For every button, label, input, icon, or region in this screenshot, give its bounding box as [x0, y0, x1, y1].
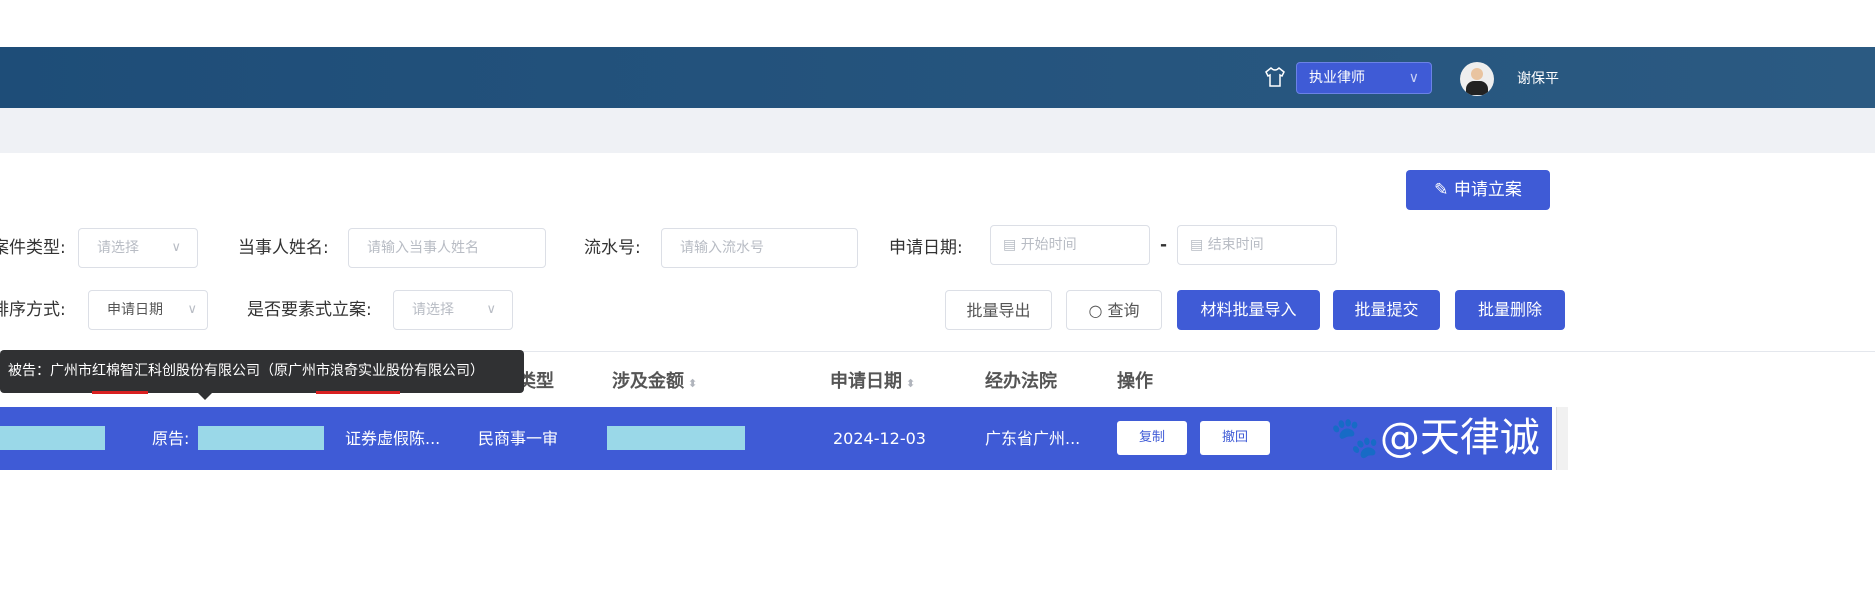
edit-icon: ✎: [1434, 180, 1454, 200]
case-type: 民商事一审: [478, 429, 559, 448]
apply-case-label: 申请立案: [1453, 180, 1522, 200]
search-icon: ○: [1088, 301, 1108, 320]
court: 广东省广州...: [985, 429, 1081, 448]
query-label: 查询: [1107, 301, 1140, 320]
element-filing-label: 是否要素式立案:: [247, 300, 372, 320]
tooltip-text: 科创股份有限公司（原广州: [148, 363, 316, 379]
copy-button[interactable]: 复制: [1117, 421, 1187, 455]
party-name-input[interactable]: 请输入当事人姓名: [348, 228, 546, 268]
user-name[interactable]: 谢保平: [1517, 68, 1559, 88]
defendant-tooltip: 被告：广州市红棉智汇 科创股份有限公司（原广州市浪奇实业股 份有限公司）: [0, 350, 524, 400]
tooltip-highlight-text: 红棉智汇: [92, 363, 148, 379]
skin-shirt-icon[interactable]: [1265, 66, 1285, 93]
tooltip-highlight: 市浪奇实业股: [316, 363, 400, 394]
column-apply-date[interactable]: 申请日期 ⬍: [830, 367, 915, 393]
tooltip-highlight-text: 市浪奇实业股: [316, 363, 400, 379]
query-button[interactable]: ○ 查询: [1066, 290, 1162, 330]
case-type-placeholder: 请选择: [97, 240, 139, 256]
start-date-placeholder: 开始时间: [1020, 237, 1077, 253]
sort-value: 申请日期: [107, 302, 163, 318]
chevron-down-icon: ∨: [1408, 70, 1419, 86]
sort-icon[interactable]: ⬍: [688, 377, 697, 390]
scrollbar[interactable]: [1556, 407, 1568, 470]
column-apply-date-label: 申请日期: [830, 371, 902, 392]
red-underline: [92, 391, 148, 394]
start-date-input[interactable]: ▤ 开始时间: [990, 225, 1150, 265]
top-navbar: [0, 47, 1875, 108]
chevron-down-icon: ∨: [486, 302, 496, 317]
tooltip-highlight: 红棉智汇: [92, 363, 148, 394]
case-type-label: 案件类型:: [0, 238, 66, 258]
column-actions: 操作: [1117, 371, 1153, 392]
batch-submit-button[interactable]: 批量提交: [1333, 290, 1440, 330]
plaintiff-label: 原告:: [152, 429, 190, 448]
redacted-block: [607, 426, 745, 450]
serial-input[interactable]: 请输入流水号: [661, 228, 858, 268]
tooltip-text: 份有限公司）: [400, 363, 484, 379]
red-underline: [316, 391, 400, 394]
sort-icon[interactable]: ⬍: [906, 377, 915, 390]
case-cause: 证券虚假陈...: [345, 429, 441, 448]
role-select-value: 执业律师: [1309, 70, 1365, 86]
calendar-icon: ▤: [1003, 237, 1021, 253]
batch-export-button[interactable]: 批量导出: [945, 290, 1052, 330]
element-filing-placeholder: 请选择: [412, 302, 454, 318]
column-amount[interactable]: 涉及金额 ⬍: [612, 367, 697, 393]
chevron-down-icon: ∨: [171, 240, 181, 255]
apply-date: 2024-12-03: [833, 429, 926, 448]
party-name-label: 当事人姓名:: [238, 238, 329, 258]
batch-delete-button[interactable]: 批量删除: [1455, 290, 1565, 330]
serial-label: 流水号:: [584, 238, 641, 258]
element-filing-select[interactable]: 请选择 ∨: [393, 290, 513, 330]
column-court: 经办法院: [985, 371, 1057, 392]
redacted-block: [0, 426, 105, 450]
watermark: 🐾@天律诚: [1330, 413, 1540, 463]
end-date-placeholder: 结束时间: [1207, 237, 1264, 253]
apply-case-button[interactable]: ✎ 申请立案: [1406, 170, 1550, 210]
redacted-block: [198, 426, 324, 450]
chevron-down-icon: ∨: [187, 302, 197, 317]
tooltip-text: 被告：广州市: [8, 363, 92, 379]
paw-icon: 🐾: [1330, 415, 1380, 461]
column-amount-label: 涉及金额: [612, 371, 684, 392]
sort-select[interactable]: 申请日期 ∨: [88, 290, 208, 330]
end-date-input[interactable]: ▤ 结束时间: [1177, 225, 1337, 265]
apply-date-label: 申请日期:: [889, 238, 963, 258]
role-select[interactable]: 执业律师 ∨: [1296, 62, 1432, 94]
sort-label: 排序方式:: [0, 300, 66, 320]
avatar[interactable]: [1460, 62, 1494, 96]
case-type-select[interactable]: 请选择 ∨: [78, 228, 198, 268]
watermark-text: @天律诚: [1379, 415, 1540, 461]
batch-import-button[interactable]: 材料批量导入: [1177, 290, 1320, 330]
calendar-icon: ▤: [1190, 237, 1208, 253]
date-separator: -: [1160, 235, 1168, 255]
withdraw-button[interactable]: 撤回: [1200, 421, 1270, 455]
breadcrumb-bar: [0, 108, 1875, 153]
